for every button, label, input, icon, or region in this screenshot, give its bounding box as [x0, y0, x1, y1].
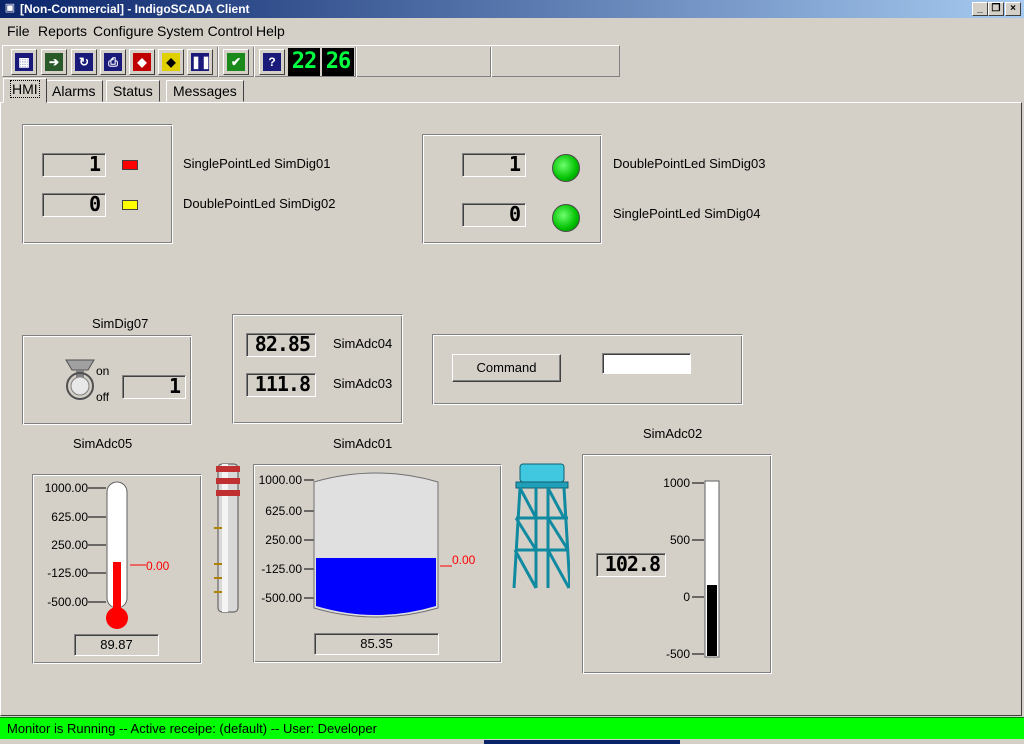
tab-hmi[interactable]: HMI: [3, 78, 47, 103]
tank-tick: -125.00: [261, 562, 302, 576]
switch-off-label: off: [96, 390, 110, 404]
tank-value: 85.35: [314, 633, 439, 655]
thermo-tick: -500.00: [47, 595, 88, 609]
tank-tick: -500.00: [261, 591, 302, 605]
simdig02-label: DoublePointLed SimDig02: [183, 196, 336, 211]
help-icon: ?: [263, 53, 281, 71]
simdig03-led: [552, 154, 580, 182]
app-icon: ▣: [4, 2, 16, 14]
pipe-icon: [214, 463, 240, 613]
help-button[interactable]: ?: [259, 49, 285, 75]
simdig04-label: SinglePointLed SimDig04: [613, 206, 761, 221]
simdig03-label: DoublePointLed SimDig03: [613, 156, 766, 171]
menu-system-control[interactable]: System Control: [157, 23, 253, 39]
clock-minutes: 26: [322, 48, 354, 76]
thermo-tick: 250.00: [51, 538, 88, 552]
menu-file[interactable]: File: [7, 23, 30, 39]
tab-messages[interactable]: Messages: [166, 80, 244, 102]
command-input[interactable]: [602, 353, 691, 374]
import-button[interactable]: ↻: [71, 49, 97, 75]
simadc03-value: 111.8: [246, 373, 316, 397]
import-icon: ↻: [75, 53, 93, 71]
tank-tick: 1000.00: [258, 473, 302, 487]
thermo-tick: 1000.00: [44, 481, 88, 495]
led-group-1: [22, 124, 173, 244]
maximize-button[interactable]: ❐: [988, 2, 1004, 16]
toolbar-separator: [490, 47, 492, 77]
print-button[interactable]: ⎙: [100, 49, 126, 75]
bargauge-tick: -500: [665, 647, 690, 661]
adc-group: [232, 314, 403, 424]
simdig07-value: 1: [122, 375, 186, 399]
thermo-setpoint-label: 0.00: [146, 559, 170, 573]
toggle-switch-icon[interactable]: [62, 356, 98, 402]
taskbar-strip: [484, 740, 680, 744]
simdig01-value: 1: [42, 153, 106, 177]
status-bar: Monitor is Running -- Active receipe: (d…: [0, 717, 1024, 739]
simadc02-title: SimAdc02: [643, 426, 703, 441]
tank-icon: [304, 472, 452, 618]
report-icon: ▦: [15, 53, 33, 71]
check-button[interactable]: ✔: [223, 49, 249, 75]
alarm-icon: ◆: [133, 53, 151, 71]
menu-help[interactable]: Help: [256, 23, 285, 39]
thermometer-icon: [88, 481, 146, 629]
tank-setpoint-label: 0.00: [452, 553, 476, 567]
status-text: Monitor is Running -- Active receipe: (d…: [7, 721, 377, 736]
menu-configure[interactable]: Configure: [93, 23, 154, 39]
simadc05-title: SimAdc05: [73, 436, 133, 451]
switch-on-label: on: [96, 364, 110, 378]
check-icon: ✔: [227, 53, 245, 71]
tab-alarms[interactable]: Alarms: [45, 80, 103, 102]
export-button[interactable]: ➔: [41, 49, 67, 75]
thermo-tick: -125.00: [47, 566, 88, 580]
simdig02-value: 0: [42, 193, 106, 217]
pause-icon: ❚❚: [191, 53, 212, 71]
water-tower-icon: [512, 463, 570, 589]
thermo-tick: 625.00: [51, 510, 88, 524]
bargauge-tick: 1000: [663, 476, 690, 490]
simadc04-label: SimAdc04: [333, 336, 393, 351]
print-icon: ⎙: [104, 53, 122, 71]
acknowledge-icon: ◆: [162, 53, 180, 71]
toolbar: ▦ ➔ ↻ ⎙ ◆ ◆ ❚❚ ✔ ? 22 26: [2, 45, 620, 77]
simadc02-value: 102.8: [596, 553, 666, 577]
simdig04-led: [552, 204, 580, 232]
minimize-button[interactable]: _: [972, 2, 988, 16]
simadc01-title: SimAdc01: [333, 436, 393, 451]
menu-bar: File Reports Configure System Control He…: [0, 19, 1024, 43]
clock-hours: 22: [288, 48, 320, 76]
close-button[interactable]: ×: [1005, 2, 1021, 16]
toolbar-separator: [217, 47, 219, 77]
report-button[interactable]: ▦: [11, 49, 37, 75]
export-icon: ➔: [45, 53, 63, 71]
simdig01-label: SinglePointLed SimDig01: [183, 156, 331, 171]
simdig02-led: [122, 200, 138, 210]
window-title: [Non-Commercial] - IndigoSCADA Client: [20, 2, 250, 16]
toolbar-separator: [253, 47, 255, 77]
simadc04-value: 82.85: [246, 333, 316, 357]
tank-tick: 250.00: [265, 533, 302, 547]
simdig04-value: 0: [462, 203, 526, 227]
simadc03-label: SimAdc03: [333, 376, 393, 391]
acknowledge-button[interactable]: ◆: [158, 49, 184, 75]
alarm-button[interactable]: ◆: [129, 49, 155, 75]
simdig01-led: [122, 160, 138, 170]
bargauge-tick: 500: [669, 533, 690, 547]
simdig03-value: 1: [462, 153, 526, 177]
tab-status[interactable]: Status: [106, 80, 160, 102]
command-button[interactable]: Command: [452, 354, 561, 382]
pause-button[interactable]: ❚❚: [187, 49, 213, 75]
toolbar-separator: [355, 47, 357, 77]
menu-reports[interactable]: Reports: [38, 23, 87, 39]
thermo-value: 89.87: [74, 634, 159, 656]
bargauge-bar: [692, 480, 720, 658]
bargauge-tick: 0: [683, 590, 690, 604]
simdig07-title: SimDig07: [92, 316, 149, 331]
tank-tick: 625.00: [265, 504, 302, 518]
title-bar: ▣ [Non-Commercial] - IndigoSCADA Client …: [0, 0, 1024, 18]
